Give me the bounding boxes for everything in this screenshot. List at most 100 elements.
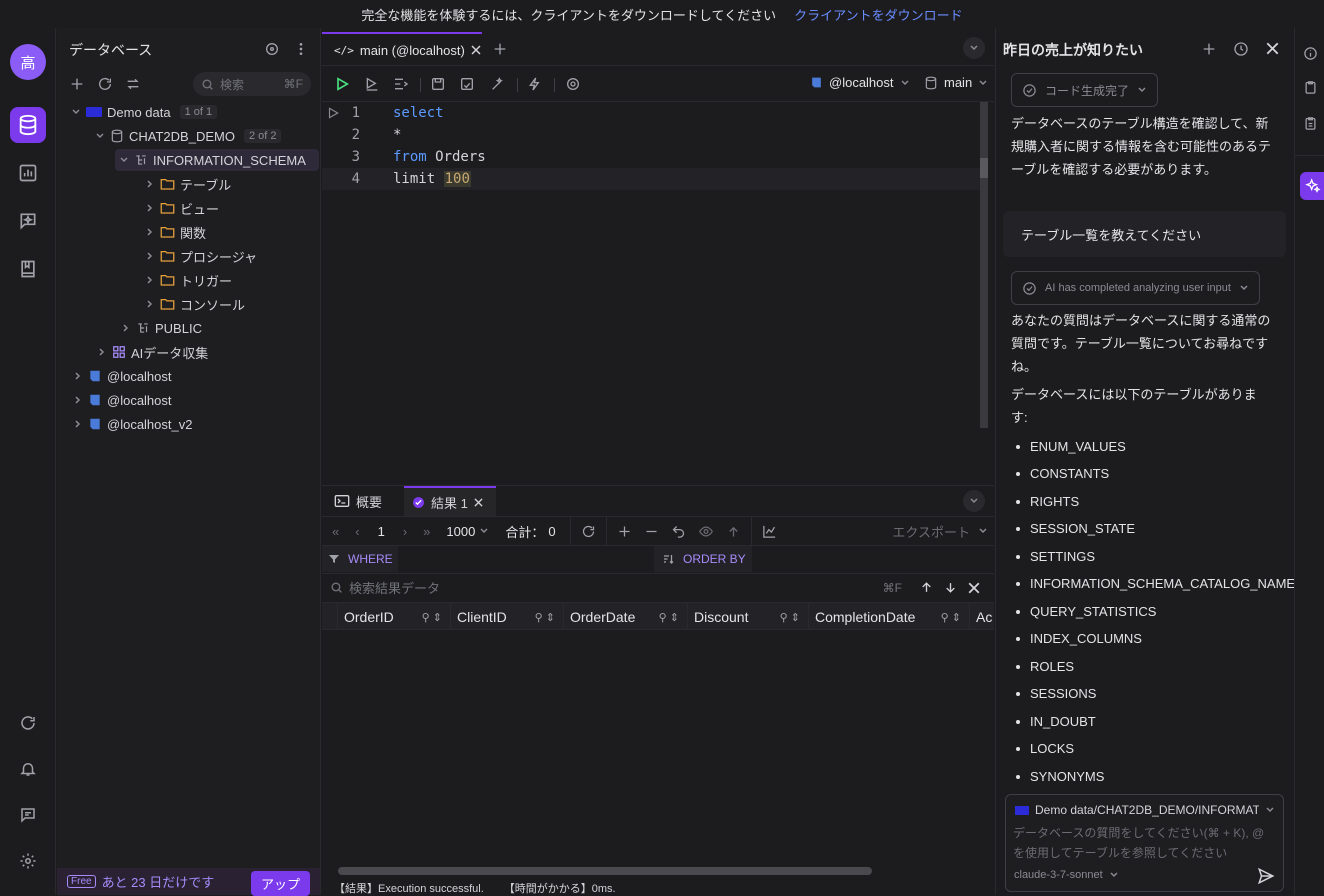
eye-icon[interactable] [698, 524, 714, 539]
filter-sort-icon[interactable]: ⚲ ⇕ [780, 611, 800, 624]
column-header-completiondate[interactable]: CompletionDate ⚲ ⇕ [809, 603, 970, 629]
history-icon[interactable] [1233, 41, 1249, 57]
column-header-clientid[interactable]: ClientID ⚲ ⇕ [451, 603, 564, 629]
tree-folder-trigger[interactable]: トリガー [145, 269, 232, 291]
dashboard-nav-button[interactable] [10, 155, 46, 191]
gear-icon[interactable] [565, 76, 581, 92]
swap-icon[interactable] [125, 76, 141, 92]
format-icon[interactable] [392, 76, 410, 92]
filter-sort-icon[interactable]: ⚲ ⇕ [535, 611, 555, 624]
tree-node-public[interactable]: PUBLIC [121, 317, 202, 339]
feedback-button[interactable] [10, 797, 46, 833]
save-icon[interactable] [430, 76, 446, 92]
collapse-tabs-button[interactable] [963, 37, 985, 59]
database-select[interactable]: main [924, 75, 988, 90]
last-page-icon[interactable]: » [423, 524, 430, 539]
prev-page-icon[interactable]: ‹ [355, 524, 359, 539]
add-row-icon[interactable] [617, 524, 632, 539]
next-page-icon[interactable]: › [403, 524, 407, 539]
clipboard-icon[interactable] [1303, 116, 1318, 131]
column-header-ac[interactable]: Ac [970, 603, 994, 629]
settings-button[interactable] [10, 843, 46, 879]
close-icon[interactable] [471, 45, 481, 55]
tree-node-demo-data[interactable]: Demo data 1 of 1 [71, 101, 218, 123]
analysis-status[interactable]: AI has completed analyzing user input [1011, 271, 1260, 305]
save-as-icon[interactable] [459, 76, 475, 92]
editor-scroll-thumb[interactable] [980, 158, 988, 178]
row-selector-header[interactable] [322, 603, 338, 629]
refresh-icon[interactable] [581, 524, 596, 539]
chat-input-box[interactable]: Demo data/CHAT2DB_DEMO/INFORMAT... データベー… [1005, 794, 1284, 892]
notes-nav-button[interactable] [10, 251, 46, 287]
run-icon[interactable] [334, 76, 350, 92]
order-by-filter[interactable]: ORDER BY [654, 546, 752, 572]
tree-folder-console[interactable]: コンソール [145, 293, 245, 315]
user-avatar[interactable]: 高 [10, 44, 46, 80]
filter-sort-icon[interactable]: ⚲ ⇕ [422, 611, 442, 624]
connection-select[interactable]: @localhost [810, 75, 910, 90]
arrow-up-icon[interactable] [920, 581, 933, 594]
info-icon[interactable] [1303, 46, 1318, 61]
target-icon[interactable] [264, 41, 280, 57]
tree-node-localhost-1[interactable]: @localhost [73, 365, 172, 387]
tree-folder-view[interactable]: ビュー [145, 197, 219, 219]
optimize-icon[interactable] [527, 76, 543, 92]
where-filter[interactable]: WHERE [322, 546, 398, 572]
upgrade-button[interactable]: アップ [250, 871, 310, 896]
run-selected-icon[interactable] [364, 76, 380, 92]
column-header-orderdate[interactable]: OrderDate ⚲ ⇕ [564, 603, 688, 629]
close-icon[interactable] [968, 582, 980, 594]
ai-assistant-toggle[interactable] [1300, 172, 1324, 200]
filter-sort-icon[interactable]: ⚲ ⇕ [659, 611, 679, 624]
delete-row-icon[interactable] [644, 524, 659, 539]
result-search-bar[interactable]: 検索結果データ ⌘F [322, 573, 994, 601]
horizontal-scrollbar[interactable] [338, 867, 872, 875]
undo-icon[interactable] [671, 524, 686, 539]
connection-icon [90, 370, 100, 382]
collapse-results-button[interactable] [963, 490, 985, 512]
ai-chat-nav-button[interactable] [10, 203, 46, 239]
close-icon[interactable] [474, 497, 483, 507]
first-page-icon[interactable]: « [332, 524, 339, 539]
context-selector[interactable]: Demo data/CHAT2DB_DEMO/INFORMAT... [1015, 803, 1275, 817]
arrow-down-icon[interactable] [944, 581, 957, 594]
clipboard-time-icon[interactable] [1303, 80, 1318, 95]
export-button[interactable]: エクスポート [892, 522, 988, 541]
notifications-button[interactable] [10, 751, 46, 787]
tab-main-localhost[interactable]: </> main (@localhost) [322, 32, 482, 66]
close-icon[interactable] [1266, 42, 1279, 55]
page-number[interactable]: 1 [378, 524, 385, 539]
add-connection-icon[interactable] [69, 76, 85, 92]
column-header-discount[interactable]: Discount ⚲ ⇕ [688, 603, 809, 629]
tree-folder-table[interactable]: テーブル [145, 173, 231, 195]
more-vertical-icon[interactable] [293, 41, 309, 57]
tree-node-localhost-v2[interactable]: @localhost_v2 [73, 413, 192, 435]
magic-wand-icon[interactable] [490, 76, 506, 92]
filter-sort-icon[interactable]: ⚲ ⇕ [941, 611, 961, 624]
add-tab-icon[interactable] [492, 41, 508, 57]
new-chat-icon[interactable] [1201, 41, 1217, 57]
tree-node-chat2db-demo[interactable]: CHAT2DB_DEMO 2 of 2 [95, 125, 282, 147]
tree-node-ai-data[interactable]: AIデータ収集 [97, 341, 208, 363]
chart-icon[interactable] [762, 524, 777, 539]
send-icon[interactable] [1256, 867, 1276, 885]
database-nav-button[interactable] [10, 107, 46, 143]
tree-node-localhost-2[interactable]: @localhost [73, 389, 172, 411]
code-area[interactable]: 1 select 2 * 3 from Orders 4 limit 100 [322, 102, 994, 485]
tree-node-information-schema[interactable]: INFORMATION_SCHEMA [115, 149, 319, 171]
download-client-link[interactable]: クライアントをダウンロード [794, 5, 962, 24]
sidebar-search-input[interactable]: 検索 ⌘F [193, 72, 311, 96]
refresh-icon[interactable] [97, 76, 113, 92]
page-size-select[interactable]: 1000 [446, 524, 489, 539]
model-selector[interactable]: claude-3-7-sonnet [1014, 869, 1119, 881]
tab-overview[interactable]: 概要 [334, 486, 382, 516]
tab-result-1[interactable]: 結果 1 [404, 486, 496, 516]
tree-folder-function[interactable]: 関数 [145, 221, 206, 243]
upload-icon[interactable] [726, 524, 741, 539]
tree-folder-procedure[interactable]: プロシージャ [145, 245, 257, 267]
column-label: ClientID [457, 609, 507, 625]
code-generated-status[interactable]: コード生成完了 [1011, 73, 1159, 107]
column-header-orderid[interactable]: OrderID ⚲ ⇕ [338, 603, 451, 629]
refresh-button[interactable] [10, 705, 46, 741]
editor-scrollbar[interactable] [980, 102, 988, 428]
